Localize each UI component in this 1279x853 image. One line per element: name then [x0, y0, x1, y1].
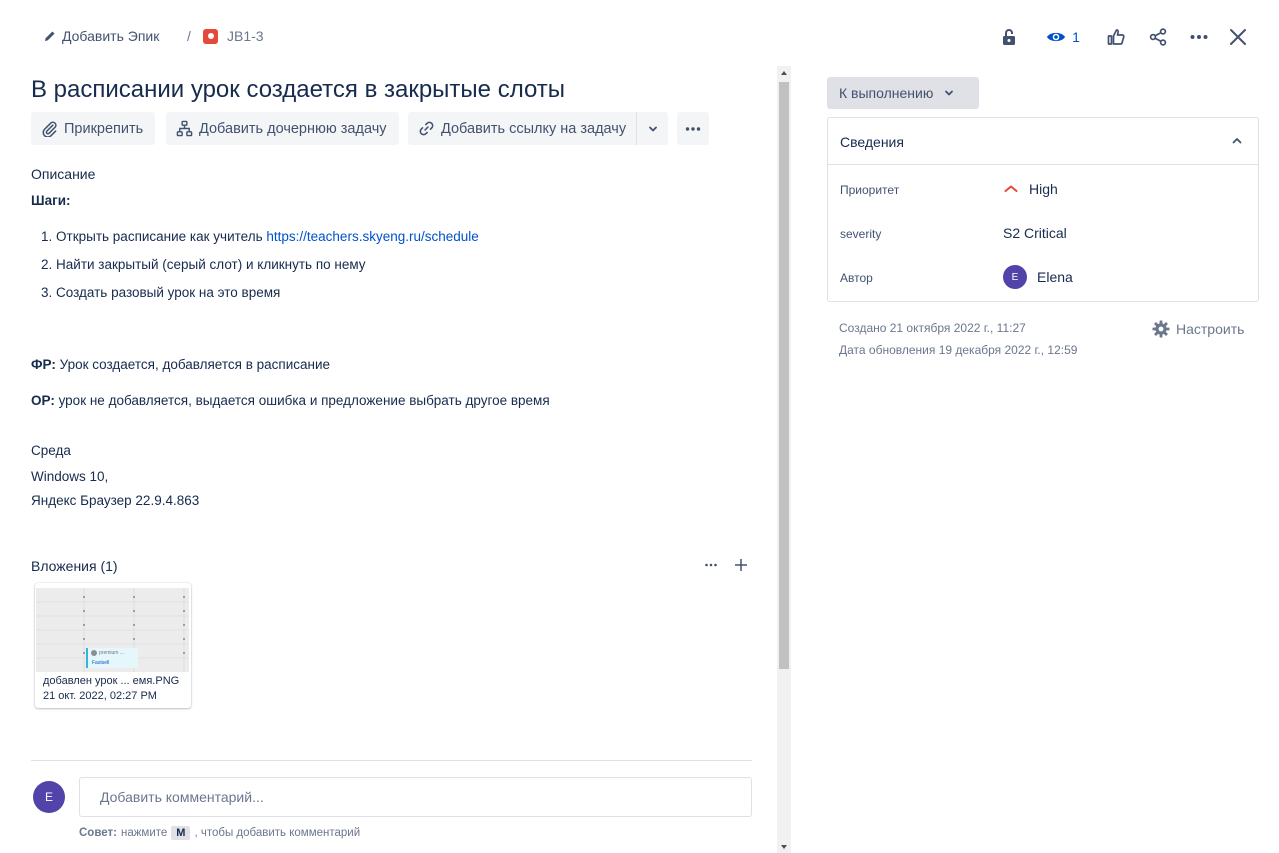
list-item: 1. Открыть расписание как учитель https:… — [41, 229, 479, 244]
schedule-link[interactable]: https://teachers.skyeng.ru/schedule — [266, 229, 478, 244]
details-panel: Сведения Приоритет High severity S2 Crit… — [827, 117, 1259, 302]
add-epic-label: Добавить Эпик — [62, 28, 160, 44]
lock-icon — [1003, 29, 1015, 45]
priority-high-icon — [1004, 185, 1018, 192]
more-actions-button[interactable] — [1187, 22, 1211, 52]
toolbar-more-button[interactable] — [677, 112, 709, 145]
attachments-more-button[interactable] — [700, 554, 722, 576]
chevron-down-icon — [945, 90, 954, 96]
reporter-label: Автор — [840, 271, 873, 285]
close-icon — [1230, 29, 1246, 45]
attachment-thumbnail: premium ... Fastsell — [36, 588, 189, 672]
gear-icon — [1152, 320, 1170, 338]
attach-label: Прикрепить — [64, 120, 144, 137]
avatar: E — [33, 781, 65, 813]
severity-label: severity — [840, 227, 882, 241]
scroll-down-arrow-icon[interactable] — [780, 843, 788, 851]
comment-tip: Совет: нажмите M , чтобы добавить коммен… — [79, 826, 361, 840]
issue-key-link[interactable]: JB1-3 — [203, 28, 264, 44]
plus-icon — [735, 559, 747, 571]
add-epic-link[interactable]: Добавить Эпик — [44, 28, 159, 44]
link-issue-button[interactable]: Добавить ссылку на задачу — [408, 112, 639, 145]
updated-date: Дата обновления 19 декабря 2022 г., 12:5… — [839, 343, 1078, 357]
status-dropdown[interactable]: К выполнению — [827, 77, 979, 109]
share-button[interactable] — [1147, 22, 1169, 52]
reporter-value[interactable]: E Elena — [1003, 265, 1073, 289]
issue-title[interactable]: В расписании урок создается в закрытые с… — [31, 76, 565, 104]
list-item: 2. Найти закрытый (серый слот) и кликнут… — [41, 257, 366, 272]
priority-label: Приоритет — [840, 183, 900, 197]
issue-header: Добавить Эпик / JB1-3 1 — [0, 0, 1279, 74]
attach-button[interactable]: Прикрепить — [31, 112, 156, 145]
thumbs-up-icon — [1107, 29, 1125, 45]
share-icon — [1149, 28, 1167, 46]
add-child-issue-label: Добавить дочернюю задачу — [199, 120, 387, 137]
comment-input[interactable]: Добавить комментарий... — [79, 777, 752, 817]
more-icon — [685, 126, 701, 131]
description-label: Описание — [31, 166, 96, 182]
thumbnail-preview-image — [36, 588, 189, 672]
expected-result: ОР: урок не добавляется, выдается ошибка… — [31, 393, 550, 408]
details-header[interactable]: Сведения — [828, 118, 1258, 165]
status-label: К выполнению — [839, 85, 934, 101]
created-date: Создано 21 октября 2022 г., 11:27 — [839, 321, 1026, 335]
configure-button[interactable]: Настроить — [1152, 320, 1244, 338]
actual-result: ФР: Урок создается, добавляется в распис… — [31, 357, 331, 372]
restrict-button[interactable] — [998, 22, 1020, 52]
attachment-date: 21 окт. 2022, 02:27 PM — [43, 690, 157, 702]
bug-icon — [203, 28, 218, 44]
hierarchy-icon — [176, 120, 193, 137]
attachment-card[interactable]: premium ... Fastsell добавлен урок ... е… — [35, 583, 191, 708]
environment-line: Яндекс Браузер 22.9.4.863 — [31, 493, 200, 508]
environment-line: Windows 10, — [31, 469, 109, 484]
issue-key: JB1-3 — [227, 28, 264, 44]
paperclip-icon — [42, 121, 57, 137]
details-title: Сведения — [840, 134, 904, 150]
breadcrumb-separator: / — [187, 28, 191, 44]
chevron-down-icon — [648, 126, 657, 131]
attachment-name: добавлен урок ... емя.PNG — [43, 675, 180, 687]
comments-divider — [31, 760, 752, 761]
eye-icon — [1047, 32, 1066, 42]
steps-heading: Шаги: — [31, 193, 71, 208]
pencil-icon — [45, 31, 55, 41]
avatar: E — [1003, 265, 1027, 289]
watch-count: 1 — [1072, 29, 1080, 45]
link-issue-dropdown[interactable] — [636, 112, 668, 145]
chevron-up-icon — [1232, 138, 1242, 144]
more-icon — [705, 563, 717, 567]
more-icon — [1190, 35, 1208, 39]
attachments-label: Вложения (1) — [31, 558, 118, 574]
thumbnail-preview-subtext: Fastsell — [92, 660, 110, 666]
link-issue-label: Добавить ссылку на задачу — [441, 120, 627, 137]
close-button[interactable] — [1227, 22, 1249, 52]
add-attachment-button[interactable] — [730, 554, 752, 576]
keyboard-shortcut-key: M — [171, 826, 191, 840]
configure-label: Настроить — [1176, 321, 1245, 337]
severity-value[interactable]: S2 Critical — [1003, 225, 1067, 241]
watch-button[interactable]: 1 — [1043, 22, 1083, 52]
environment-label: Среда — [31, 443, 71, 458]
scrollbar-thumb[interactable] — [779, 82, 789, 669]
link-icon — [419, 121, 434, 136]
add-child-issue-button[interactable]: Добавить дочернюю задачу — [166, 112, 399, 145]
priority-value[interactable]: High — [1003, 181, 1058, 197]
scroll-up-arrow-icon[interactable] — [780, 69, 788, 77]
thumbnail-preview-text: premium ... — [99, 650, 125, 656]
vote-button[interactable] — [1105, 22, 1127, 52]
list-item: 3. Создать разовый урок на это время — [41, 285, 281, 300]
